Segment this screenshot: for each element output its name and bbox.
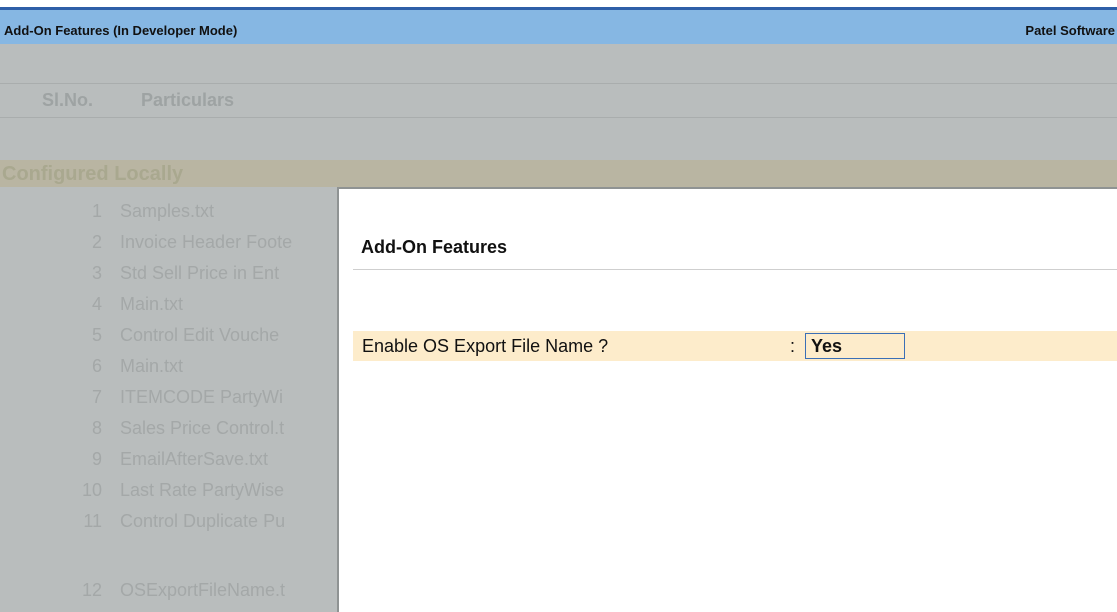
list-item[interactable]: 3 Std Sell Price in Ent <box>0 263 340 290</box>
screen-title: Add-On Features (In Developer Mode) <box>4 23 238 38</box>
list-item[interactable]: 6 Main.txt <box>0 356 340 383</box>
row-name: Last Rate PartyWise <box>120 480 285 500</box>
column-header-slno: Sl.No. <box>42 90 94 110</box>
row-name: Std Sell Price in Ent <box>120 263 280 283</box>
dialog-title: Add-On Features <box>361 237 508 257</box>
list-item[interactable]: 1 Samples.txt <box>0 201 340 228</box>
row-number: 9 <box>91 449 102 469</box>
row-number: 1 <box>91 201 102 221</box>
row-number: 7 <box>91 387 102 407</box>
row-number: 10 <box>81 480 102 500</box>
row-name: Samples.txt <box>120 201 215 221</box>
list-item[interactable]: 4 Main.txt <box>0 294 340 321</box>
row-number: 8 <box>91 418 102 438</box>
row-name: Main.txt <box>120 294 184 314</box>
row-number: 4 <box>91 294 102 314</box>
row-number: 2 <box>91 232 102 252</box>
row-number: 3 <box>91 263 102 283</box>
list-item[interactable]: 7 ITEMCODE PartyWi <box>0 387 340 414</box>
row-number: 5 <box>91 325 102 345</box>
row-name: Control Duplicate Pu <box>120 511 286 531</box>
row-name: Control Edit Vouche <box>120 325 280 345</box>
divider <box>0 117 1117 118</box>
row-name: Invoice Header Foote <box>120 232 293 252</box>
dialog-divider <box>353 269 1117 270</box>
field-colon: : <box>790 336 796 356</box>
enable-os-export-input[interactable]: Yes <box>805 333 905 359</box>
row-number: 12 <box>81 580 102 600</box>
row-number: 11 <box>83 511 102 531</box>
list-item[interactable]: 10 Last Rate PartyWise <box>0 480 340 507</box>
row-name: Main.txt <box>120 356 184 376</box>
row-name: OSExportFileName.t <box>120 580 286 600</box>
list-item[interactable]: 9 EmailAfterSave.txt <box>0 449 340 476</box>
row-number: 6 <box>91 356 102 376</box>
divider <box>0 83 1117 84</box>
enable-os-export-label: Enable OS Export File Name ? <box>362 336 609 356</box>
section-label: Configured Locally <box>2 163 184 185</box>
column-header-particulars: Particulars <box>141 90 235 110</box>
title-bar: Add-On Features (In Developer Mode) Pate… <box>0 10 1117 44</box>
row-name: Sales Price Control.t <box>120 418 285 438</box>
row-name: EmailAfterSave.txt <box>120 449 269 469</box>
company-name: Patel Software <box>1025 23 1115 38</box>
list-item[interactable]: 12 OSExportFileName.t <box>0 580 340 612</box>
list-item[interactable]: 2 Invoice Header Foote <box>0 232 340 259</box>
row-name: ITEMCODE PartyWi <box>120 387 284 407</box>
enable-os-export-row: Enable OS Export File Name ? : Yes <box>353 331 1117 361</box>
list-item[interactable]: 11 Control Duplicate Pu <box>0 511 340 538</box>
list-item[interactable]: 8 Sales Price Control.t <box>0 418 340 445</box>
addon-features-dialog: Add-On Features Enable OS Export File Na… <box>337 187 1117 612</box>
list-item[interactable]: 5 Control Edit Vouche <box>0 325 340 352</box>
